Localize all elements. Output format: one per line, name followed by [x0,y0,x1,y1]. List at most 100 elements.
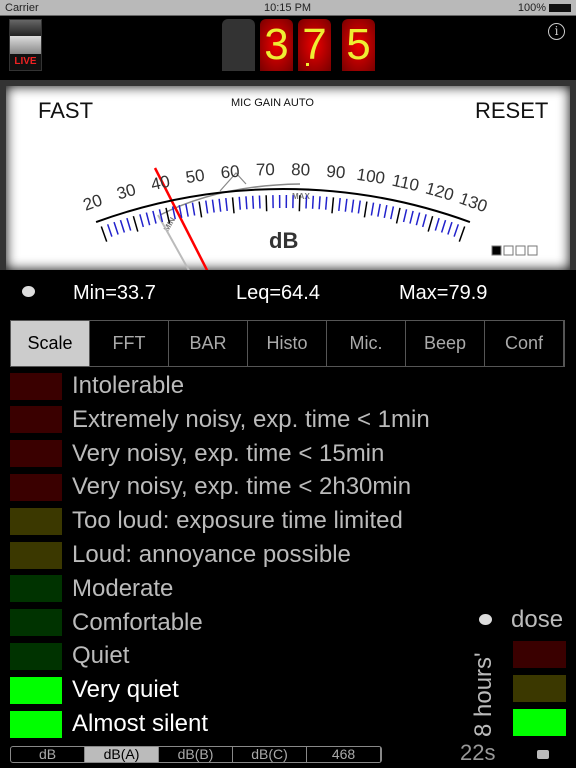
live-toggle[interactable]: LIVE [9,19,42,71]
scale-tick [357,200,361,214]
decimal-point [306,63,309,66]
unit-option[interactable]: dB(A) [85,747,159,762]
tab-bar: Scale FFT BAR Histo Mic. Beep Conf [10,320,565,367]
dose-speech-icon[interactable] [479,614,492,625]
scale-tick [434,217,440,231]
scale-tick [377,203,381,217]
scale-row: Extremely noisy, exp. time < 1min [10,406,430,434]
scale-row: Almost silent [10,710,208,738]
scale-tick [113,221,119,235]
unit-option[interactable]: dB(C) [233,747,307,762]
scale-row: Very noisy, exp. time < 15min [10,440,384,468]
scale-tick [318,196,321,210]
scale-tick [409,210,414,224]
scale-label: 100 [355,165,386,188]
scale-tick [251,195,255,209]
scale-tick [440,219,447,233]
level-swatch [10,642,62,670]
level-swatch [10,609,62,637]
tab-scale[interactable]: Scale [11,321,90,366]
scale-tick [427,215,434,232]
info-icon[interactable]: i [548,23,565,40]
scale-row: Intolerable [10,372,184,400]
carrier: Carrier [5,2,39,14]
scale-tick [139,214,145,228]
tab-conf[interactable]: Conf [485,321,564,366]
dose-swatch [513,709,566,736]
unit-option[interactable]: 468 [307,747,381,762]
scale-tick [106,224,113,237]
unit-option[interactable]: dB(B) [159,747,233,762]
reset-button[interactable]: RESET [475,98,548,123]
scale-tick [225,197,228,212]
level-label: Almost silent [72,710,209,737]
tab-fft[interactable]: FFT [90,321,169,366]
level-label: Moderate [72,574,174,602]
tab-beep[interactable]: Beep [406,321,485,366]
scale-tick [311,195,315,209]
unit-option[interactable]: dB [11,747,85,762]
level-label: Intolerable [72,372,185,399]
scale-tick [395,207,401,224]
scale-tick [205,200,209,214]
tab-histo[interactable]: Histo [248,321,327,366]
scale-tick [198,201,203,218]
camera-icon[interactable] [537,750,549,759]
dose-swatch [513,675,566,702]
page-dot[interactable] [503,245,514,256]
scale-tick [370,202,375,216]
page-dot[interactable] [515,245,526,256]
scale-tick [185,203,189,217]
dose-label: dose [511,606,564,633]
level-swatch [10,372,62,400]
clock: 10:15 PM [264,2,312,14]
scale-tick [305,195,308,209]
level-swatch [10,406,62,434]
max-value: Max=79.9 [399,282,488,304]
scale-row: Too loud: exposure time limited [10,507,403,535]
page-dot[interactable] [527,245,538,256]
level-label: Very noisy, exp. time < 15min [72,439,385,467]
scale-label: 30 [115,180,138,204]
level-label: Quiet [72,642,130,670]
scale-tick [231,197,235,214]
battery-percent: 100% [517,2,546,14]
fast-button[interactable]: FAST [38,98,93,123]
level-swatch [10,676,62,704]
level-label: Too loud: exposure time limited [72,507,403,535]
scale-tick [238,196,242,210]
scale-tick [453,224,460,237]
scale-tick [132,215,139,232]
scale-tick [145,212,151,226]
stats-bar: Min=33.7 Leq=64.4 Max=79.9 [0,282,576,306]
leq-value: Leq=64.4 [236,282,320,304]
level-swatch [10,507,62,535]
dose-swatch [513,641,566,668]
level-swatch [10,541,62,569]
scale-tick [402,209,408,223]
live-label: LIVE [14,56,37,67]
level-swatch [10,575,62,603]
scale-row: Comfortable [10,609,203,637]
scale-tick [258,195,261,209]
dose-hours: 8 hours' [470,652,497,737]
scale-tick [383,204,388,218]
scale-tick [421,214,427,228]
scale-row: Loud: annoyance possible [10,541,351,569]
level-swatch [10,473,62,501]
level-label: Very quiet [72,676,179,704]
page-dot[interactable] [491,245,502,256]
weighting-selector: dB dB(A) dB(B) dB(C) 468 [10,746,382,763]
sound-meter[interactable]: FAST MIC GAIN AUTO RESET dB MAX MIN 20 30… [0,80,576,270]
scale-row: Very quiet [10,676,179,704]
scale-label: 120 [423,179,456,205]
scale-row: Quiet [10,642,129,670]
scale-tick [152,210,157,224]
tab-mic[interactable]: Mic. [327,321,406,366]
speech-icon[interactable] [22,286,35,297]
scale-tick [390,206,395,220]
level-label: Extremely noisy, exp. time < 1min [72,405,430,433]
scale-tick [119,219,126,233]
tab-bar[interactable]: BAR [169,321,248,366]
scale-tick [211,199,215,213]
